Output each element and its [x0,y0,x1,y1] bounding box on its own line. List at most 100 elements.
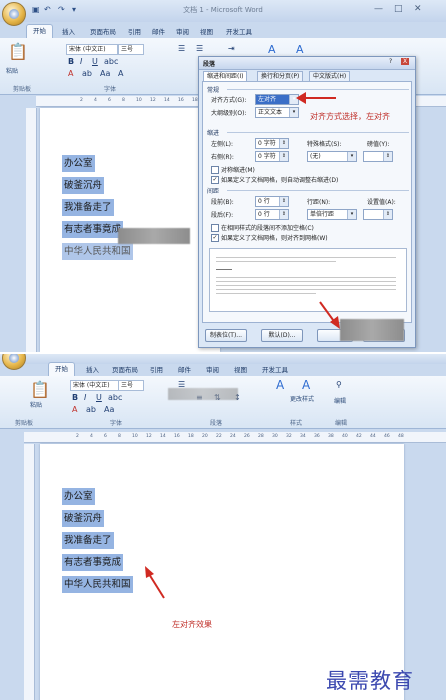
align-select[interactable]: 左对齐 ▾ [255,94,299,105]
spinner-icon[interactable]: ⇕ [279,210,288,219]
dropdown-arrow-icon[interactable]: ▾ [347,210,356,219]
tab-review[interactable]: 审阅 [206,364,219,374]
ruler-tick: 6 [108,98,111,103]
special-select[interactable]: (无) ▾ [307,151,357,162]
maximize-icon[interactable]: □ [394,4,403,14]
tab-home[interactable]: 开始 [48,362,75,376]
italic-icon[interactable]: I [84,393,86,402]
change-case-icon[interactable]: Aa [100,69,110,78]
vertical-ruler[interactable] [26,108,37,352]
tab-developer[interactable]: 开发工具 [226,26,252,36]
highlight-icon[interactable]: ab [86,405,96,414]
highlight-icon[interactable]: ab [82,69,92,78]
measure-field[interactable]: ⇕ [363,151,393,162]
paste-label: 粘贴 [30,402,43,409]
minimize-icon[interactable]: — [374,4,383,14]
tab-page-layout[interactable]: 页面布局 [112,364,138,374]
ruler-tick: 48 [398,434,404,439]
mirror-indent-checkbox[interactable] [211,166,219,174]
char-shading-icon[interactable]: A [118,69,123,78]
outline-select[interactable]: 正文文本 ▾ [255,107,299,118]
tab-insert[interactable]: 插入 [86,364,99,374]
setting-field[interactable]: ⇕ [363,209,393,220]
preview-box [209,248,407,312]
bullets-icon[interactable]: ☰ [178,44,185,53]
left-indent-label: 左侧(L): [211,141,234,148]
before-field[interactable]: 0 行 ⇕ [255,196,289,207]
bold-icon[interactable]: B [68,57,74,66]
ruler-tick: 22 [216,434,222,439]
paste-icon[interactable]: 📋 [8,42,28,61]
ruler-tick: 44 [370,434,376,439]
font-color-icon[interactable]: A [72,405,77,414]
indent-icon[interactable]: ⇥ [228,44,235,53]
font-size-combo[interactable]: 三号 [118,380,144,391]
spinner-icon[interactable]: ⇕ [279,152,288,161]
spinner-icon[interactable]: ⇕ [383,152,392,161]
tab-insert[interactable]: 插入 [62,26,75,36]
group-label-paragraph: 段落 [209,420,222,427]
tab-developer[interactable]: 开发工具 [262,364,288,374]
tab-review[interactable]: 审阅 [176,26,189,36]
close-icon[interactable]: ✕ [414,4,422,14]
change-case-icon[interactable]: Aa [104,405,114,414]
line-spacing-select[interactable]: 单倍行距 ▾ [307,209,357,220]
spinner-icon[interactable]: ⇕ [383,210,392,219]
strikethrough-icon[interactable]: abc [108,393,122,402]
right-indent-field[interactable]: 0 字符 ⇕ [255,151,289,162]
ruler-tick: 24 [230,434,236,439]
spinner-icon[interactable]: ⇕ [279,139,288,148]
tab-view[interactable]: 视图 [200,26,213,36]
ruler-tick: 30 [272,434,278,439]
annotation-bottom: 左对齐效果 [172,620,212,629]
document-page[interactable] [40,444,404,700]
default-button[interactable]: 默认(D)... [261,329,303,342]
after-label: 段后(F): [211,212,234,219]
underline-icon[interactable]: U [92,57,98,66]
section-general: 常规 [207,87,220,94]
strikethrough-icon[interactable]: abc [104,57,118,66]
after-field[interactable]: 0 行 ⇕ [255,209,289,220]
quick-styles-icon[interactable]: A [276,378,284,392]
change-styles-icon[interactable]: A [302,378,310,392]
find-icon[interactable]: ⚲ [336,380,342,389]
ribbon-tabs: 开始 插入 页面布局 引用 邮件 审阅 视图 开发工具 [0,24,446,38]
bold-icon[interactable]: B [72,393,78,402]
styles-icon[interactable]: A [268,43,276,56]
font-name-combo[interactable]: 宋体 (中文正) [66,44,118,55]
grid-indent-label: 如果定义了文档网格，则自动调整右缩进(D) [221,177,339,184]
vertical-ruler[interactable] [24,444,35,700]
paste-icon[interactable]: 📋 [30,380,50,399]
doc-line-4: 有志者事竟成 [62,554,124,571]
no-space-checkbox[interactable] [211,224,219,232]
change-styles-icon[interactable]: A [296,43,304,56]
underline-icon[interactable]: U [96,393,102,402]
ruler-tick: 4 [94,98,97,103]
spinner-icon[interactable]: ⇕ [279,197,288,206]
help-icon[interactable]: ? [389,58,392,65]
dropdown-arrow-icon[interactable]: ▾ [347,152,356,161]
tabs-button[interactable]: 制表位(T)... [205,329,247,342]
ruler-tick: 8 [122,98,125,103]
font-size-combo[interactable]: 三号 [118,44,144,55]
dropdown-arrow-icon[interactable]: ▾ [289,108,298,117]
italic-icon[interactable]: I [80,57,82,66]
tab-page-layout[interactable]: 页面布局 [90,26,116,36]
tab-references[interactable]: 引用 [150,364,163,374]
grid-indent-checkbox[interactable]: ✓ [211,176,219,184]
after-value: 0 行 [258,211,270,218]
tab-view[interactable]: 视图 [234,364,247,374]
numbering-icon[interactable]: ☰ [196,44,203,53]
font-name-combo[interactable]: 宋体 (中文正) [70,380,120,391]
special-label: 特殊格式(S): [307,141,342,148]
dialog-close-icon[interactable]: X [401,58,410,65]
top-word-window: ▣ ↶ ↷ ▾ 文档 1 - Microsoft Word — □ ✕ 开始 插… [0,0,446,352]
tab-references[interactable]: 引用 [128,26,141,36]
horizontal-ruler[interactable]: 2 4 6 8 10 12 14 16 18 20 22 24 26 28 30… [24,432,446,443]
font-color-icon[interactable]: A [68,69,73,78]
left-indent-field[interactable]: 0 字符 ⇕ [255,138,289,149]
tab-mailings[interactable]: 邮件 [152,26,165,36]
tab-mailings[interactable]: 邮件 [178,364,191,374]
snap-grid-checkbox[interactable]: ✓ [211,234,219,242]
tab-home[interactable]: 开始 [26,24,53,38]
